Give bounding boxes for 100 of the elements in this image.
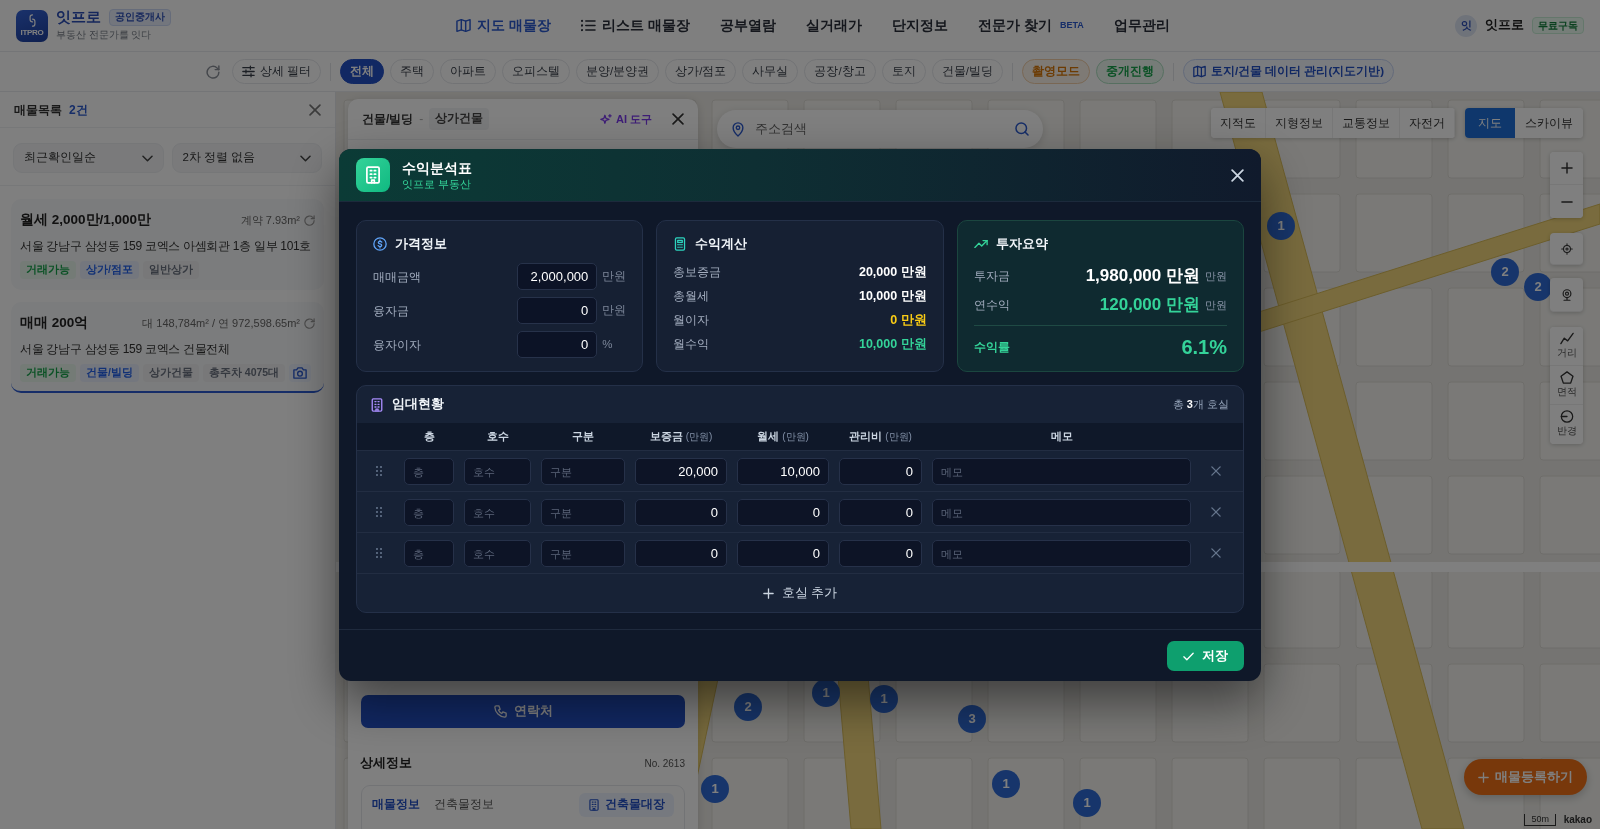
rent-input[interactable]: 10,000 (737, 457, 829, 485)
building-register-button[interactable]: 건축물대장 (579, 793, 674, 817)
room-number-input[interactable]: 호수 (464, 539, 531, 567)
drag-handle-icon[interactable] (375, 506, 383, 518)
memo-input[interactable]: 메모 (932, 539, 1191, 567)
memo-input[interactable]: 메모 (932, 457, 1191, 485)
nav-tab[interactable]: 리스트 매물장 (566, 0, 705, 51)
locate-button[interactable] (1550, 233, 1583, 265)
fee-input[interactable]: 0 (839, 539, 922, 567)
sort-select[interactable]: 2차 정렬 없음 (171, 143, 322, 173)
price-input[interactable]: 2,000,000 (517, 263, 598, 290)
listing-card[interactable]: 매매 200억 대 148,784m² / 연 972,598.65m² 서울 강남구 삼성동 159 코엑스 건물전체 거래가능 건물/빌딩 상가건물 총주차 4075대 (11, 302, 324, 394)
drag-handle-icon[interactable] (375, 547, 383, 559)
deposit-input[interactable]: 20,000 (635, 457, 727, 485)
yield-value: 6.1% (1181, 335, 1227, 360)
nav-tab[interactable]: 단지정보 (877, 0, 963, 51)
app-logo[interactable]: ITPRO (16, 9, 48, 42)
location-pin-icon (731, 121, 745, 137)
category-filter[interactable]: 건물/빌딩 (931, 59, 1003, 84)
type-input[interactable]: 구분 (541, 539, 625, 567)
map-layer-button[interactable]: 지적도 (1211, 108, 1266, 138)
floor-input[interactable]: 층 (404, 498, 454, 526)
map-tool-button[interactable]: 면적 (1550, 366, 1583, 405)
card-title: 수익계산 (695, 235, 748, 253)
separator-text: - (419, 111, 424, 128)
detail-tab[interactable]: 건축물정보 (434, 793, 494, 817)
search-field[interactable]: 주소검색 (717, 110, 1043, 148)
map-tool-button[interactable]: 거리 (1550, 327, 1583, 366)
category-filter[interactable]: 토지 (881, 59, 926, 84)
floor-input[interactable]: 층 (404, 539, 454, 567)
check-icon (1183, 650, 1194, 662)
contact-button[interactable]: 연락처 (361, 695, 685, 728)
deposit-input[interactable]: 0 (635, 498, 727, 526)
search-icon[interactable] (1015, 122, 1029, 136)
zoom-out-button[interactable] (1550, 185, 1583, 218)
user-name[interactable]: 잇프로 (1485, 16, 1524, 35)
floor-input[interactable]: 층 (404, 457, 454, 485)
detail-filter-button[interactable]: 상세 필터 (231, 59, 322, 84)
refresh-icon[interactable] (205, 64, 220, 79)
modal-subtitle: 잇프로 부동산 (402, 176, 472, 192)
crosshair-icon (1560, 242, 1573, 255)
nav-tab[interactable]: 공부열람 (705, 0, 791, 51)
unit-label: 만원 (602, 302, 627, 318)
category-filter[interactable]: 사무실 (742, 59, 799, 84)
add-unit-button[interactable]: 호실 추가 (357, 573, 1243, 612)
register-listing-button[interactable]: 매물등록하기 (1464, 759, 1587, 795)
rent-input[interactable]: 0 (737, 498, 829, 526)
type-input[interactable]: 구분 (541, 457, 625, 485)
refresh-icon[interactable] (304, 214, 315, 226)
category-filter[interactable]: 아파트 (440, 59, 497, 84)
deposit-input[interactable]: 0 (635, 539, 727, 567)
category-filter[interactable]: 오피스텔 (502, 59, 571, 84)
memo-input[interactable]: 메모 (932, 498, 1191, 526)
map-layer-button[interactable]: 자전거 (1400, 108, 1455, 138)
map-type-button[interactable]: 스카이뷰 (1515, 108, 1583, 138)
fee-input[interactable]: 0 (839, 457, 922, 485)
mode-toggle[interactable]: 촬영모드 (1021, 59, 1090, 84)
map-tool-button[interactable]: 반경 (1550, 405, 1583, 444)
user-avatar[interactable]: 잇 (1455, 14, 1477, 37)
map-type-button[interactable]: 지도 (1465, 108, 1515, 138)
nav-tab[interactable]: 실거래가 (791, 0, 877, 51)
room-number-input[interactable]: 호수 (464, 457, 531, 485)
webcam-button[interactable] (1550, 278, 1583, 312)
room-number-input[interactable]: 호수 (464, 498, 531, 526)
zoom-in-button[interactable] (1550, 152, 1583, 185)
map-layer-button[interactable]: 지형정보 (1266, 108, 1333, 138)
column-header: 호수 (485, 429, 510, 445)
rent-input[interactable]: 0 (737, 539, 829, 567)
data-management-button[interactable]: 토지/건물 데이터 관리(지도기반) (1182, 59, 1395, 84)
save-button[interactable]: 저장 (1167, 641, 1244, 671)
list-icon (581, 18, 597, 33)
column-header: 메모 (1049, 429, 1074, 445)
trend-up-icon (973, 237, 988, 251)
column-header: 관리비 (만원) (848, 429, 913, 445)
chain-link-icon (27, 14, 37, 27)
category-filter[interactable]: 분양/분양권 (576, 59, 660, 84)
sort-select[interactable]: 최근확인일순 (13, 143, 164, 173)
ai-tool-link[interactable]: AI 도구 (599, 110, 652, 128)
field-label: 매매금액 (373, 268, 422, 286)
listing-title: 월세 2,000만/1,000만 (20, 211, 152, 229)
category-filter[interactable]: 전체 (340, 59, 385, 84)
type-input[interactable]: 구분 (541, 498, 625, 526)
camera-icon[interactable] (289, 364, 312, 383)
zigzag-line-icon (1559, 331, 1574, 345)
price-input[interactable]: 0 (517, 297, 598, 324)
drag-handle-icon[interactable] (375, 465, 383, 477)
mode-toggle[interactable]: 중개진행 (1095, 59, 1164, 84)
price-input[interactable]: 0 (517, 331, 598, 358)
category-filter[interactable]: 상가/점포 (665, 59, 737, 84)
fee-input[interactable]: 0 (839, 498, 922, 526)
nav-tab[interactable]: 업무관리 (1098, 0, 1185, 51)
detail-tab[interactable]: 매물정보 (372, 793, 420, 817)
category-filter[interactable]: 공장/창고 (804, 59, 876, 84)
map-layer-button[interactable]: 교통정보 (1333, 108, 1400, 138)
nav-tab[interactable]: 지도 매물장 (441, 0, 567, 51)
search-input[interactable]: 주소검색 (755, 117, 1005, 141)
category-filter[interactable]: 주택 (390, 59, 435, 84)
nav-tab[interactable]: 전문가 찾기 BETA (963, 0, 1099, 51)
listing-card[interactable]: 월세 2,000만/1,000만 계약 7.93m² 서울 강남구 삼성동 159 코엑스 아셈회관 1층 일부 101호 거래가능 상가/점포 일반상가 (11, 199, 324, 290)
refresh-icon[interactable] (304, 317, 315, 329)
